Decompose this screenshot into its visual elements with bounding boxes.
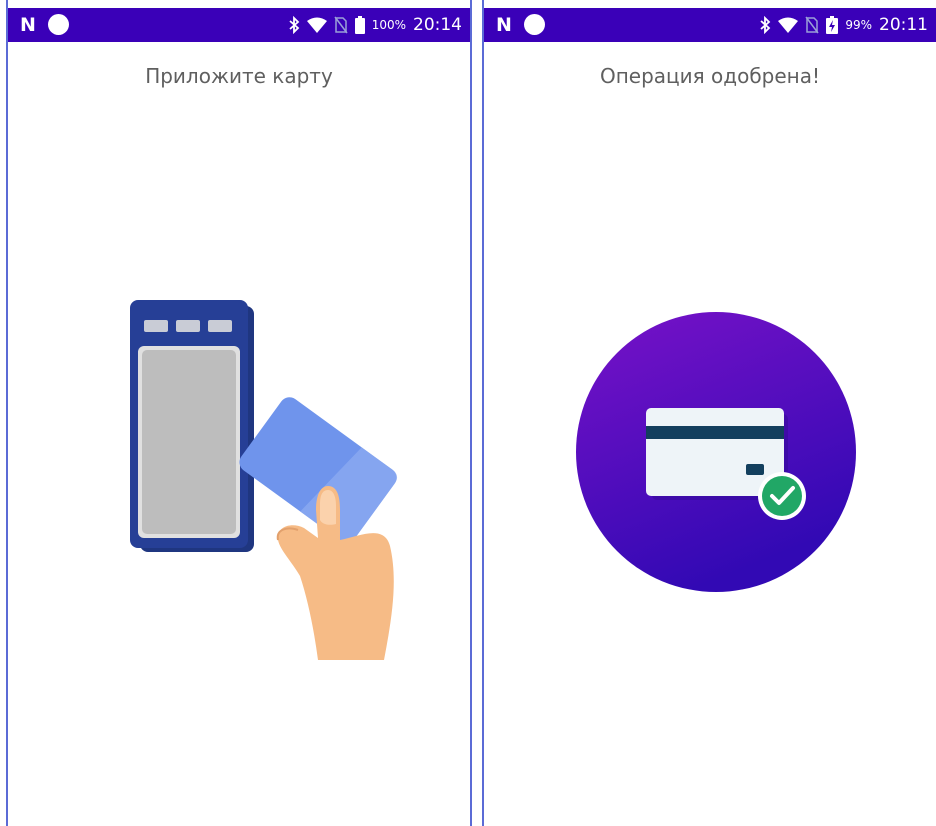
page-title: Операция одобрена! (599, 64, 821, 88)
screen-tap-card: N 100% 20:14 Приложите карту (6, 0, 472, 826)
wifi-icon (306, 17, 327, 33)
circle-notification-icon (524, 14, 545, 35)
status-bar: N 100% 20:14 (8, 8, 470, 42)
approved-illustration (576, 312, 856, 592)
circle-notification-icon (48, 14, 69, 35)
check-icon (758, 472, 806, 520)
no-sim-icon (805, 16, 819, 34)
battery-percent: 99% (845, 18, 872, 32)
payment-terminal-icon (130, 300, 254, 552)
bluetooth-icon (760, 16, 771, 34)
n-logo-icon: N (496, 14, 512, 36)
status-bar: N 99% 20:11 (484, 8, 936, 42)
battery-percent: 100% (371, 18, 406, 32)
hand-icon (276, 486, 394, 660)
terminal-card-illustration (130, 300, 398, 660)
no-sim-icon (334, 16, 348, 34)
n-logo-icon: N (20, 14, 36, 36)
bluetooth-icon (289, 16, 300, 34)
card-icon (239, 397, 398, 544)
page-title: Приложите карту (145, 64, 333, 88)
battery-charging-icon (826, 16, 839, 34)
wifi-icon (778, 17, 799, 33)
screen-approved: N 99% 20:11 Операция одобрена! (482, 0, 936, 826)
battery-icon (354, 16, 365, 34)
clock: 20:11 (879, 15, 928, 35)
clock: 20:14 (413, 15, 462, 35)
